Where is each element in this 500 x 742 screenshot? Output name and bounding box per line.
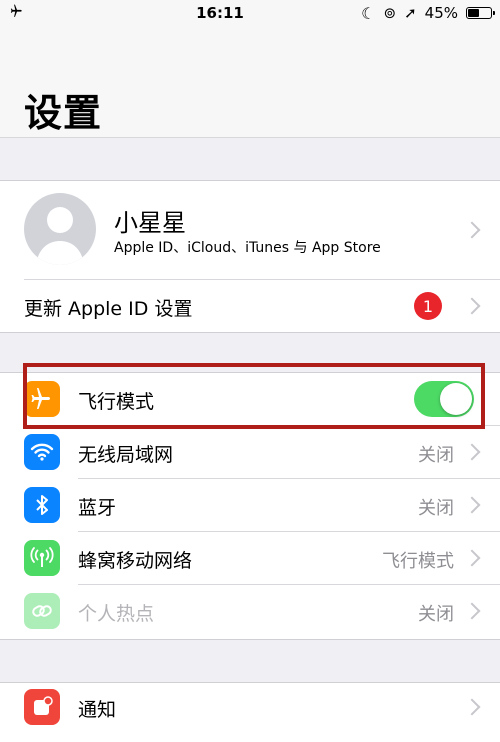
bluetooth-label: 蓝牙 <box>78 497 117 519</box>
personal-hotspot-label: 个人热点 <box>78 603 155 625</box>
chevron-right-icon <box>463 698 481 716</box>
status-bar: 16:11 ☾ ⊚ ➚ 45% <box>0 0 500 26</box>
notifications-section: 通知 <box>0 682 500 742</box>
chevron-right-icon <box>463 496 481 514</box>
wifi-value: 关闭 <box>418 445 454 466</box>
chevron-right-icon <box>463 221 481 239</box>
apple-id-section: 小星星 Apple ID、iCloud、iTunes 与 App Store 更… <box>0 180 500 333</box>
moon-icon: ☾ <box>361 3 376 23</box>
wifi-row[interactable]: 无线局域网 关闭 <box>0 426 500 478</box>
page-title: 设置 <box>24 91 103 135</box>
chevron-right-icon <box>463 443 481 461</box>
profile-name: 小星星 <box>114 209 186 237</box>
bluetooth-value: 关闭 <box>418 498 454 519</box>
connectivity-section: 飞行模式 无线局域网 关闭 蓝牙 关闭 蜂窝移动网络 飞行模式 个人热点 关闭 <box>0 372 500 640</box>
location-icon: ➚ <box>404 4 417 22</box>
airplane-mode-toggle[interactable] <box>414 381 474 417</box>
cellular-row[interactable]: 蜂窝移动网络 飞行模式 <box>0 532 500 584</box>
cellular-label: 蜂窝移动网络 <box>78 550 193 572</box>
airplane-mode-label: 飞行模式 <box>78 391 155 413</box>
airplane-mode-status-icon <box>10 4 22 17</box>
notification-badge: 1 <box>414 292 442 320</box>
apple-id-row[interactable]: 小星星 Apple ID、iCloud、iTunes 与 App Store <box>0 181 500 279</box>
avatar <box>24 193 96 265</box>
chevron-right-icon <box>463 297 481 315</box>
orientation-lock-icon: ⊚ <box>383 4 397 22</box>
update-apple-id-row[interactable]: 更新 Apple ID 设置 1 <box>0 280 500 332</box>
airplane-icon <box>24 381 60 417</box>
cellular-value: 飞行模式 <box>382 551 454 572</box>
airplane-mode-row: 飞行模式 <box>0 373 500 425</box>
chevron-right-icon <box>463 549 481 567</box>
battery-icon <box>466 7 495 19</box>
person-silhouette-icon <box>36 207 84 265</box>
battery-percent: 45% <box>424 4 458 22</box>
profile-subtitle: Apple ID、iCloud、iTunes 与 App Store <box>114 240 381 256</box>
wifi-label: 无线局域网 <box>78 444 174 466</box>
cellular-antenna-icon <box>24 540 60 576</box>
status-time: 16:11 <box>196 4 244 22</box>
wifi-icon <box>24 434 60 470</box>
notifications-row[interactable]: 通知 <box>0 683 500 735</box>
bluetooth-row[interactable]: 蓝牙 关闭 <box>0 479 500 531</box>
notifications-icon <box>24 689 60 725</box>
personal-hotspot-icon <box>24 593 60 629</box>
navigation-bar: 设置 <box>0 26 500 138</box>
update-apple-id-label: 更新 Apple ID 设置 <box>24 298 193 320</box>
chevron-right-icon <box>463 602 481 620</box>
personal-hotspot-value: 关闭 <box>418 604 454 625</box>
notifications-label: 通知 <box>78 699 117 721</box>
bluetooth-icon <box>24 487 60 523</box>
personal-hotspot-row[interactable]: 个人热点 关闭 <box>0 585 500 637</box>
